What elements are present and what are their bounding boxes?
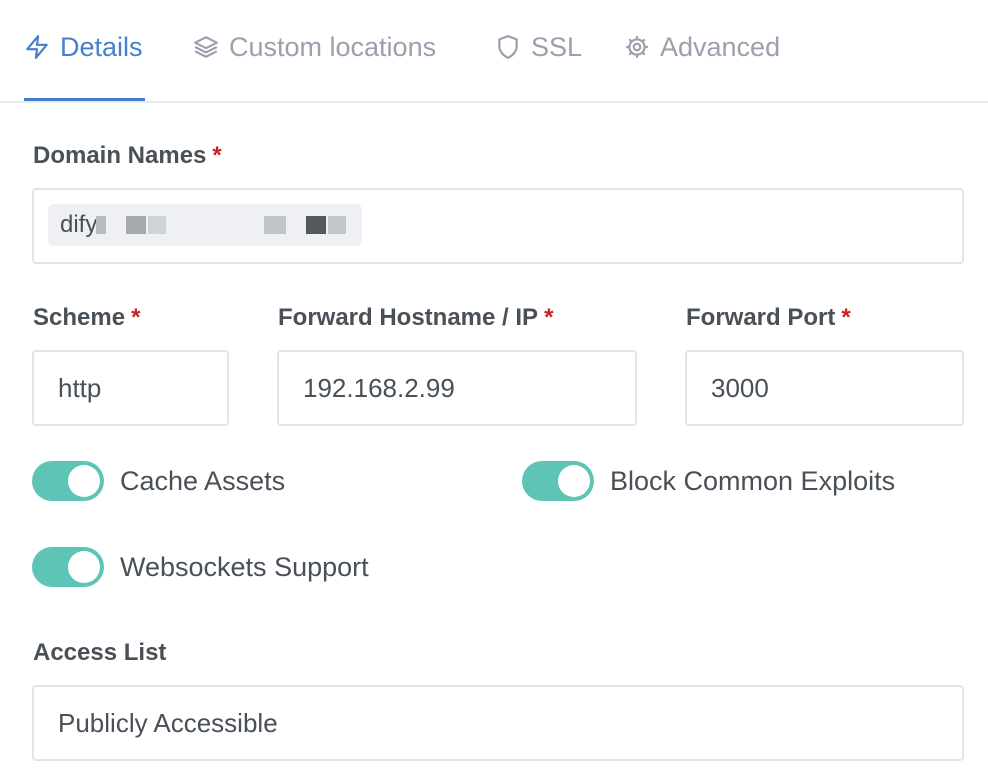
forward-host-label: Forward Hostname / IP *	[278, 304, 554, 331]
required-marker: *	[131, 304, 141, 331]
tab-label: Details	[60, 31, 143, 62]
active-tab-indicator	[24, 98, 145, 101]
tab-label: Custom locations	[229, 31, 437, 62]
tab-label: SSL	[531, 31, 583, 62]
forward-port-label: Forward Port *	[686, 304, 851, 331]
forward-port-input[interactable]: 3000	[685, 350, 964, 426]
tab-bar: Details Custom locations SSL Advanced	[0, 0, 988, 103]
tab-label: Advanced	[660, 31, 781, 62]
lightning-icon	[26, 35, 48, 59]
tab-custom-locations[interactable]: Custom locations	[193, 22, 436, 72]
redacted-block	[328, 216, 346, 234]
redacted-block	[96, 216, 106, 234]
websockets-toggle[interactable]	[32, 547, 104, 587]
shield-icon	[498, 35, 518, 59]
required-marker: *	[544, 304, 554, 331]
domain-names-label: Domain Names *	[33, 142, 222, 169]
scheme-label: Scheme *	[33, 304, 141, 331]
cache-assets-label: Cache Assets	[120, 466, 286, 496]
gear-icon	[626, 36, 648, 58]
scheme-value: http	[58, 372, 102, 403]
tab-advanced[interactable]: Advanced	[624, 22, 780, 72]
forward-port-value: 3000	[711, 372, 769, 403]
tab-details[interactable]: Details	[24, 22, 143, 72]
access-list-select[interactable]: Publicly Accessible	[32, 685, 964, 761]
toggle-knob	[68, 551, 100, 583]
required-marker: *	[212, 142, 222, 169]
tab-ssl[interactable]: SSL	[495, 22, 582, 72]
block-exploits-label: Block Common Exploits	[610, 466, 896, 496]
layers-icon	[194, 36, 218, 58]
websockets-label: Websockets Support	[120, 552, 369, 582]
redacted-block	[148, 216, 166, 234]
access-list-label: Access List	[33, 639, 167, 666]
block-exploits-toggle[interactable]	[522, 461, 594, 501]
domain-chip-text: dify	[60, 211, 98, 238]
cache-assets-toggle[interactable]	[32, 461, 104, 501]
forward-host-input[interactable]: 192.168.2.99	[277, 350, 637, 426]
scheme-input[interactable]: http	[32, 350, 229, 426]
required-marker: *	[841, 304, 851, 331]
toggle-knob	[68, 465, 100, 497]
forward-host-value: 192.168.2.99	[303, 372, 455, 403]
toggle-knob	[558, 465, 590, 497]
redacted-block	[126, 216, 146, 234]
redacted-block	[306, 216, 326, 234]
access-list-value: Publicly Accessible	[58, 707, 278, 738]
redacted-block	[264, 216, 286, 234]
